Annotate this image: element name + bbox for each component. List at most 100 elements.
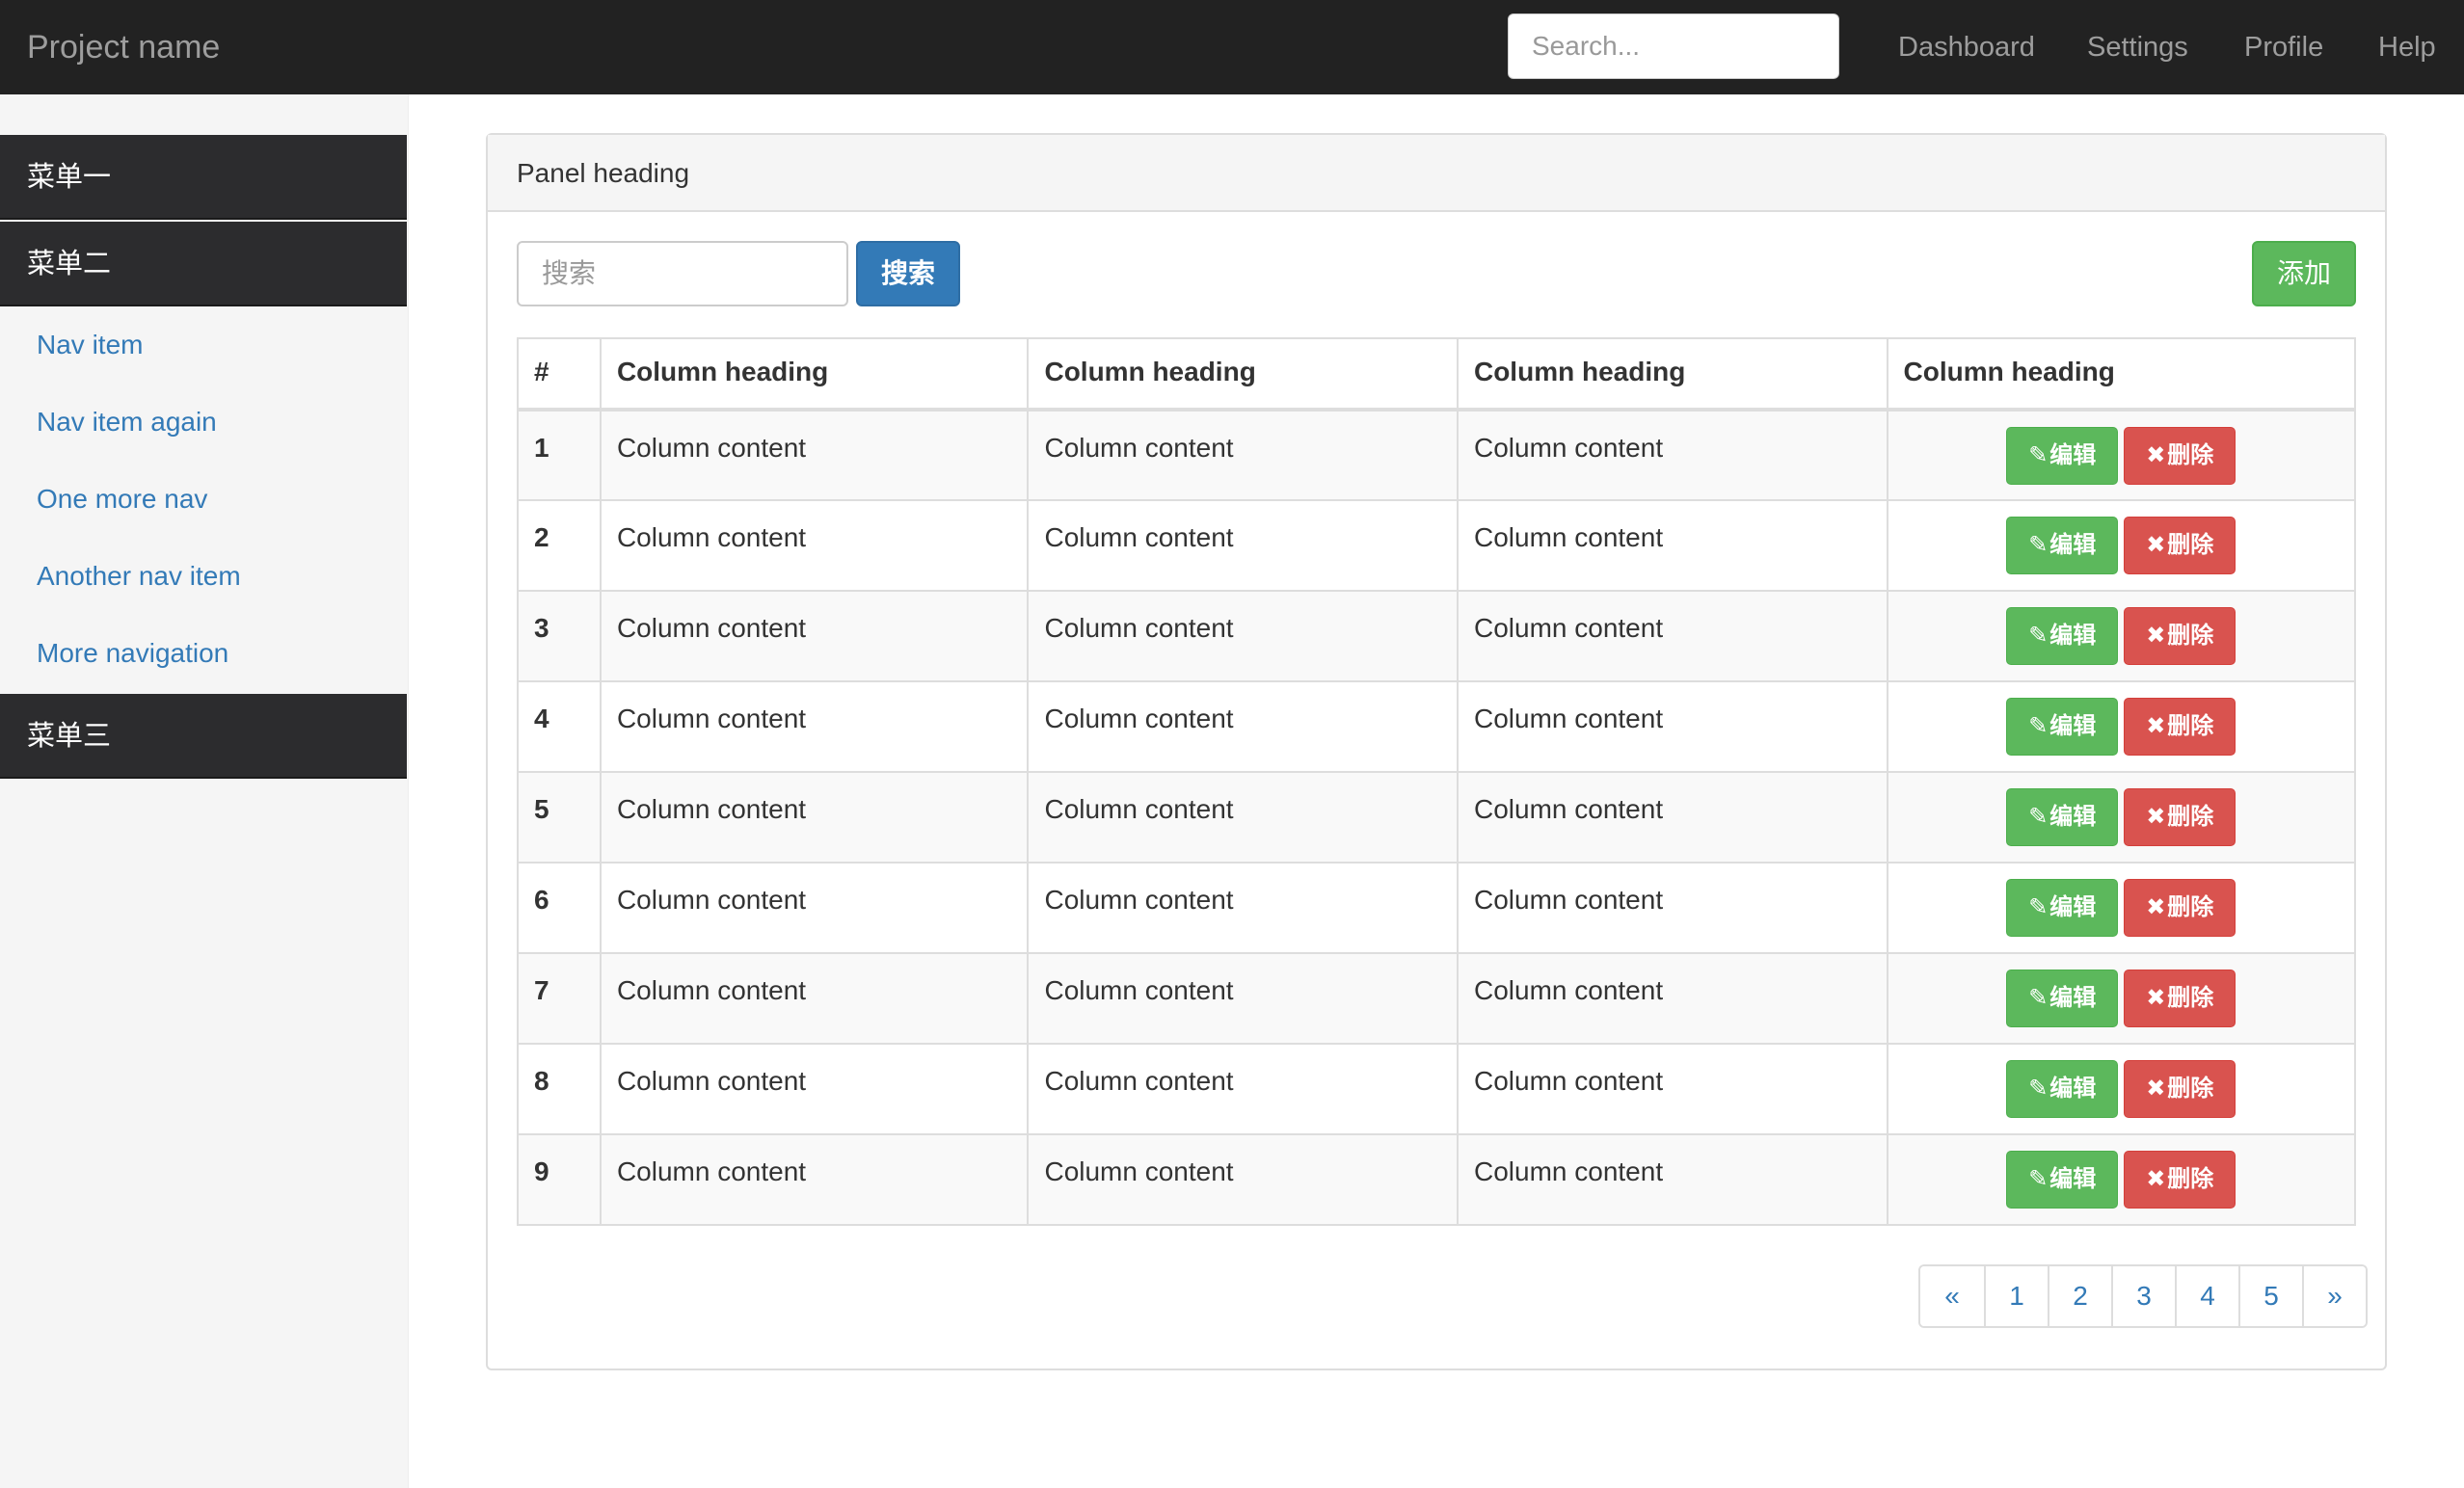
remove-icon: ✖ <box>2146 442 2166 468</box>
sidebar-menu-3[interactable]: 菜单三 <box>0 694 407 779</box>
nav-link-profile[interactable]: Profile <box>2244 0 2323 94</box>
remove-icon: ✖ <box>2146 894 2166 920</box>
edit-button[interactable]: ✎编辑 <box>2006 427 2119 485</box>
table-search-input[interactable] <box>517 241 848 306</box>
sidebar-item-more-navigation[interactable]: More navigation <box>37 638 228 669</box>
table-cell: Column content <box>1456 499 1888 592</box>
column-header-number: # <box>517 337 602 412</box>
delete-label: 删除 <box>2167 623 2214 649</box>
sidebar-item-another-nav-item[interactable]: Another nav item <box>37 561 241 592</box>
delete-label: 删除 <box>2167 532 2214 558</box>
remove-icon: ✖ <box>2146 1166 2166 1192</box>
row-actions: ✎编辑 ✖删除 <box>1886 590 2356 682</box>
pencil-icon: ✎ <box>2028 804 2049 830</box>
table-cell: Column content <box>599 590 1030 682</box>
edit-label: 编辑 <box>2049 713 2097 739</box>
page-4[interactable]: 4 <box>2175 1266 2238 1326</box>
row-actions: ✎编辑 ✖删除 <box>1886 680 2356 773</box>
edit-label: 编辑 <box>2049 894 2097 920</box>
row-number: 8 <box>517 1043 602 1135</box>
pagination-prev[interactable]: « <box>1920 1266 1984 1326</box>
table-cell: Column content <box>1456 952 1888 1045</box>
top-navbar: Project name Dashboard Settings Profile … <box>0 0 2464 94</box>
remove-icon: ✖ <box>2146 985 2166 1011</box>
sidebar-menu-1[interactable]: 菜单一 <box>0 135 407 220</box>
table-cell: Column content <box>599 1043 1030 1135</box>
edit-button[interactable]: ✎编辑 <box>2006 1151 2119 1209</box>
page-5[interactable]: 5 <box>2238 1266 2302 1326</box>
pencil-icon: ✎ <box>2028 1166 2049 1192</box>
table-row: 7 Column content Column content Column cont… <box>517 952 2356 1045</box>
brand-link[interactable]: Project name <box>27 0 220 94</box>
pencil-icon: ✎ <box>2028 442 2049 468</box>
table-cell: Column content <box>1027 499 1459 592</box>
table-cell: Column content <box>599 680 1030 773</box>
remove-icon: ✖ <box>2146 804 2166 830</box>
delete-button[interactable]: ✖删除 <box>2124 1151 2236 1209</box>
edit-button[interactable]: ✎编辑 <box>2006 879 2119 937</box>
edit-button[interactable]: ✎编辑 <box>2006 970 2119 1027</box>
page-2[interactable]: 2 <box>2048 1266 2111 1326</box>
pencil-icon: ✎ <box>2028 623 2049 649</box>
sidebar-item-nav-item[interactable]: Nav item <box>37 330 143 360</box>
delete-label: 删除 <box>2167 894 2214 920</box>
pencil-icon: ✎ <box>2028 713 2049 739</box>
delete-button[interactable]: ✖删除 <box>2124 1060 2236 1118</box>
delete-label: 删除 <box>2167 442 2214 468</box>
page-1[interactable]: 1 <box>1984 1266 2048 1326</box>
delete-button[interactable]: ✖删除 <box>2124 788 2236 846</box>
delete-button[interactable]: ✖删除 <box>2124 607 2236 665</box>
row-actions: ✎编辑 ✖删除 <box>1886 1133 2356 1226</box>
delete-button[interactable]: ✖删除 <box>2124 970 2236 1027</box>
edit-label: 编辑 <box>2049 623 2097 649</box>
table-cell: Column content <box>1027 952 1459 1045</box>
sidebar-menu-2[interactable]: 菜单二 <box>0 222 407 306</box>
remove-icon: ✖ <box>2146 1076 2166 1102</box>
sidebar: 菜单一 菜单二 Nav item Nav item again One more… <box>0 94 409 1488</box>
row-number: 1 <box>517 409 602 501</box>
edit-button[interactable]: ✎编辑 <box>2006 517 2119 574</box>
table-cell: Column content <box>1456 771 1888 864</box>
table-body: 1 Column content Column content Column cont… <box>517 409 2356 1226</box>
table-cell: Column content <box>1027 771 1459 864</box>
row-number: 4 <box>517 680 602 773</box>
row-number: 9 <box>517 1133 602 1226</box>
sidebar-item-one-more-nav[interactable]: One more nav <box>37 484 207 515</box>
delete-button[interactable]: ✖删除 <box>2124 427 2236 485</box>
nav-link-help[interactable]: Help <box>2378 0 2436 94</box>
table-cell: Column content <box>1456 590 1888 682</box>
table-cell: Column content <box>1027 862 1459 954</box>
edit-label: 编辑 <box>2049 985 2097 1011</box>
edit-button[interactable]: ✎编辑 <box>2006 698 2119 756</box>
nav-link-dashboard[interactable]: Dashboard <box>1898 0 2035 94</box>
sidebar-item-nav-item-again[interactable]: Nav item again <box>37 407 217 438</box>
pagination-next[interactable]: » <box>2302 1266 2366 1326</box>
content-panel: Panel heading 搜索 添加 # Column heading Col… <box>486 133 2387 1370</box>
navbar-search-input[interactable] <box>1508 13 1839 79</box>
edit-button[interactable]: ✎编辑 <box>2006 1060 2119 1118</box>
delete-label: 删除 <box>2167 1166 2214 1192</box>
row-actions: ✎编辑 ✖删除 <box>1886 409 2356 501</box>
row-number: 7 <box>517 952 602 1045</box>
table-cell: Column content <box>1027 1133 1459 1226</box>
table-cell: Column content <box>599 862 1030 954</box>
edit-button[interactable]: ✎编辑 <box>2006 788 2119 846</box>
delete-button[interactable]: ✖删除 <box>2124 698 2236 756</box>
nav-link-settings[interactable]: Settings <box>2087 0 2188 94</box>
delete-button[interactable]: ✖删除 <box>2124 879 2236 937</box>
edit-button[interactable]: ✎编辑 <box>2006 607 2119 665</box>
row-actions: ✎编辑 ✖删除 <box>1886 1043 2356 1135</box>
column-header: Column heading <box>1456 337 1888 412</box>
data-table: # Column heading Column heading Column h… <box>517 337 2356 1226</box>
add-button[interactable]: 添加 <box>2252 241 2356 306</box>
page-3[interactable]: 3 <box>2111 1266 2175 1326</box>
table-cell: Column content <box>599 1133 1030 1226</box>
table-cell: Column content <box>599 952 1030 1045</box>
search-button[interactable]: 搜索 <box>856 241 960 306</box>
edit-label: 编辑 <box>2049 532 2097 558</box>
delete-label: 删除 <box>2167 1076 2214 1102</box>
edit-label: 编辑 <box>2049 442 2097 468</box>
pagination: «1 2 3 4 5» <box>1918 1264 2368 1328</box>
table-row: 4 Column content Column content Column cont… <box>517 680 2356 773</box>
delete-button[interactable]: ✖删除 <box>2124 517 2236 574</box>
